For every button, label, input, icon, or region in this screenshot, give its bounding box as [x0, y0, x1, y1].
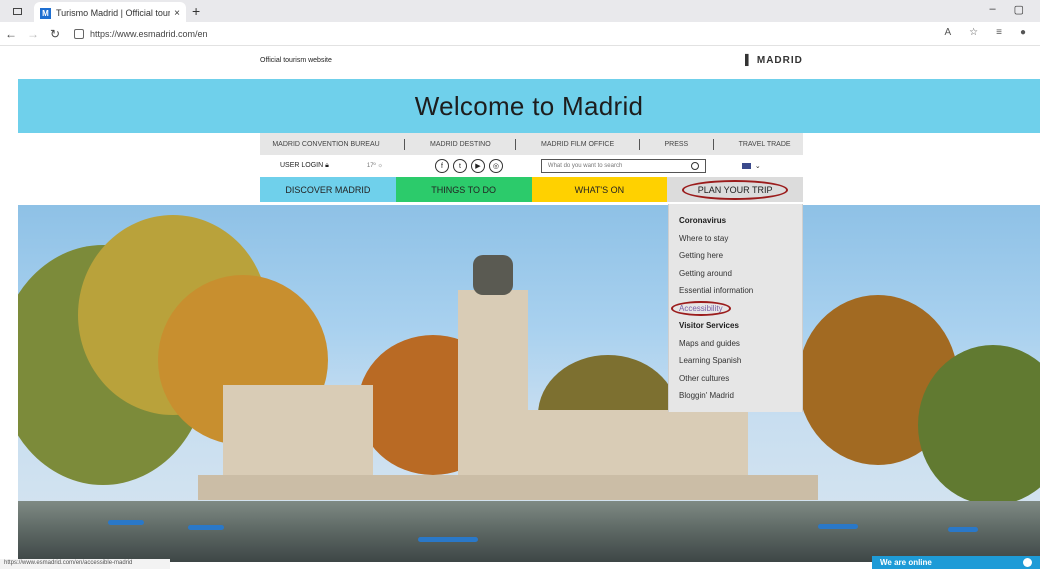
chat-online-badge[interactable]: We are online	[872, 556, 1040, 569]
chevron-down-icon: ⌄	[754, 163, 761, 170]
weather-temperature: 17º ☼	[367, 163, 383, 169]
monument-column	[458, 290, 528, 500]
chat-icon[interactable]	[1023, 558, 1032, 567]
madrid-logo[interactable]: ▌ MADRID	[745, 55, 803, 66]
dropdown-item[interactable]: Getting around	[679, 265, 802, 283]
social-links: f t ▶ ◎	[434, 159, 503, 173]
url-text: https://www.esmadrid.com/en	[90, 28, 208, 39]
util-link[interactable]: PRESS	[665, 141, 689, 148]
uk-flag-icon	[741, 163, 751, 169]
window-controls: – ▢	[989, 3, 1024, 16]
rowboat	[108, 520, 144, 525]
nav-plan-your-trip[interactable]: PLAN YOUR TRIP	[667, 177, 803, 202]
temperature-value: 17º	[366, 163, 376, 169]
user-login-label: USER LOGIN	[280, 162, 324, 169]
browser-tab[interactable]: M Turismo Madrid | Official tourism ×	[34, 2, 186, 24]
logo-icon: ▌	[745, 55, 754, 66]
address-bar: ← → ↻ https://www.esmadrid.com/en A ☆ ≡ …	[0, 22, 1040, 46]
nav-discover-madrid[interactable]: DISCOVER MADRID	[260, 177, 396, 202]
dropdown-item[interactable]: Maps and guides	[679, 335, 802, 353]
nav-things-to-do[interactable]: THINGS TO DO	[395, 177, 532, 202]
official-label: Official tourism website	[260, 57, 332, 64]
dropdown-item[interactable]: Learning Spanish	[679, 352, 802, 370]
collections-icon[interactable]: ≡	[996, 27, 1002, 38]
monument-steps	[198, 475, 818, 500]
facebook-icon[interactable]: f	[434, 159, 449, 173]
dropdown-item-accessibility[interactable]: Accessibility	[671, 300, 802, 318]
rowboat	[818, 524, 858, 529]
login-search-bar: USER LOGIN 🔒︎ 17º ☼ f t ▶ ◎ What do you …	[260, 155, 803, 177]
close-icon[interactable]: ×	[174, 8, 180, 19]
divider	[404, 138, 406, 150]
dropdown-item[interactable]: Other cultures	[679, 370, 802, 388]
lock-icon: 🔒︎	[325, 162, 329, 169]
tab-title: Turismo Madrid | Official tourism	[56, 8, 171, 18]
divider	[712, 138, 714, 150]
search-icon[interactable]	[690, 162, 699, 170]
twitter-icon[interactable]: t	[452, 159, 467, 173]
dropdown-item[interactable]: Essential information	[679, 282, 802, 300]
util-link[interactable]: TRAVEL TRADE	[739, 141, 791, 148]
util-link[interactable]: MADRID FILM OFFICE	[541, 141, 614, 148]
refresh-icon[interactable]: ↻	[44, 27, 66, 41]
online-label: We are online	[880, 558, 932, 567]
new-tab-icon[interactable]: +	[192, 3, 200, 19]
equestrian-statue	[473, 255, 513, 295]
dropdown-heading[interactable]: Visitor Services	[679, 317, 802, 335]
search-input[interactable]: What do you want to search	[540, 159, 706, 173]
rowboat	[188, 525, 224, 530]
site-favicon-icon: M	[40, 7, 51, 19]
user-login-link[interactable]: USER LOGIN 🔒︎	[280, 162, 329, 170]
hero-image	[18, 205, 1040, 562]
back-icon[interactable]: ←	[0, 27, 22, 41]
forward-icon[interactable]: →	[22, 27, 44, 41]
url-field[interactable]: https://www.esmadrid.com/en	[74, 28, 208, 39]
util-link[interactable]: MADRID DESTINO	[430, 141, 491, 148]
welcome-banner: Welcome to Madrid	[18, 79, 1040, 133]
dropdown-heading[interactable]: Coronavirus	[679, 212, 802, 230]
lock-icon	[74, 28, 84, 39]
site-topline: Official tourism website ▌ MADRID	[0, 46, 1040, 79]
favorites-icon[interactable]: ☆	[969, 27, 978, 38]
accessibility-link[interactable]: Accessibility	[671, 300, 731, 316]
search-placeholder: What do you want to search	[547, 163, 623, 169]
dropdown-item[interactable]: Where to stay	[679, 230, 802, 248]
status-url-bar: https://www.esmadrid.com/en/accessible-m…	[0, 559, 170, 569]
rowboat	[948, 527, 978, 532]
tab-actions-icon[interactable]	[8, 2, 26, 20]
plan-your-trip-dropdown: Coronavirus Where to stay Getting here G…	[668, 204, 803, 412]
youtube-icon[interactable]: ▶	[470, 159, 485, 173]
minimize-icon[interactable]: –	[989, 3, 995, 16]
profile-icon[interactable]: ●	[1020, 27, 1026, 38]
dropdown-item[interactable]: Bloggin' Madrid	[679, 387, 802, 405]
lake	[18, 501, 1040, 562]
browser-tools: A ☆ ≡ ●	[944, 27, 1026, 38]
util-link[interactable]: MADRID CONVENTION BUREAU	[272, 141, 379, 148]
logo-text: MADRID	[756, 55, 803, 66]
divider	[515, 138, 517, 150]
weather-icon: ☼	[377, 163, 383, 169]
colonnade-right	[528, 410, 748, 485]
read-aloud-icon[interactable]: A	[944, 27, 951, 38]
divider	[638, 138, 640, 150]
instagram-icon[interactable]: ◎	[488, 159, 503, 173]
main-navigation: DISCOVER MADRID THINGS TO DO WHAT'S ON P…	[260, 177, 803, 202]
rowboat	[418, 537, 478, 542]
dropdown-item[interactable]: Getting here	[679, 247, 802, 265]
maximize-icon[interactable]: ▢	[1014, 3, 1024, 16]
utility-links-bar: MADRID CONVENTION BUREAU MADRID DESTINO …	[260, 133, 803, 155]
language-selector[interactable]: ⌄	[741, 162, 761, 170]
plan-your-trip-label: PLAN YOUR TRIP	[681, 179, 789, 200]
browser-tab-bar: M Turismo Madrid | Official tourism × + …	[0, 0, 1040, 24]
web-page: Official tourism website ▌ MADRID Welcom…	[0, 46, 1040, 569]
page-title: Welcome to Madrid	[414, 90, 644, 121]
nav-whats-on[interactable]: WHAT'S ON	[531, 177, 668, 202]
